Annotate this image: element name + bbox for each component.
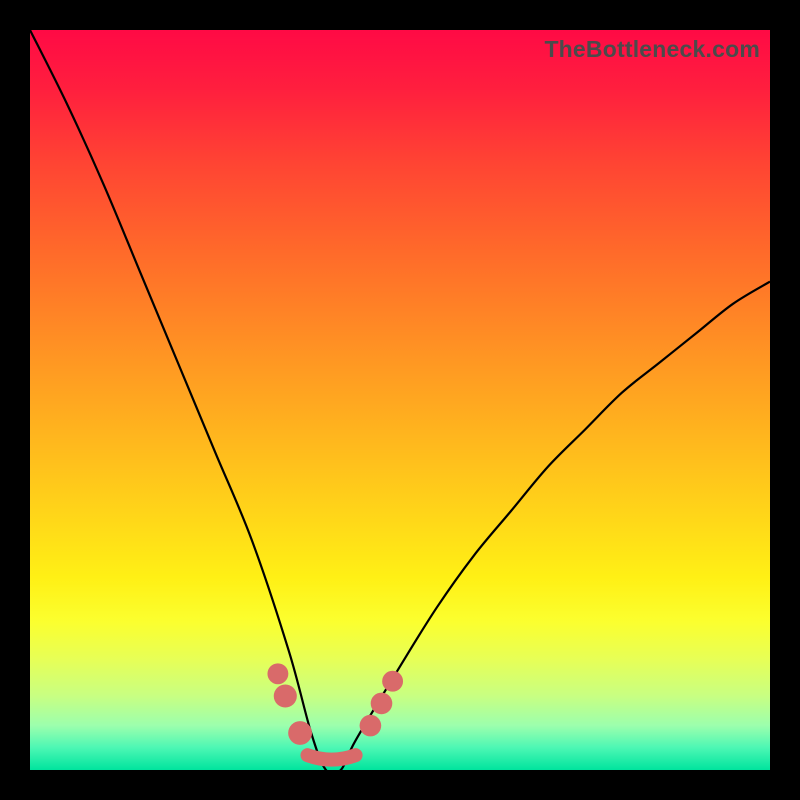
curve-marker (382, 671, 403, 692)
curve-marker (274, 684, 297, 707)
curve-marker (360, 715, 382, 737)
valley-marker-stroke (308, 755, 356, 759)
plot-area: TheBottleneck.com (30, 30, 770, 770)
curve-marker (371, 693, 393, 715)
curve-marker (267, 663, 288, 684)
chart-container: TheBottleneck.com (0, 0, 800, 800)
curve-markers (267, 663, 403, 745)
chart-svg (30, 30, 770, 770)
curve-marker (288, 721, 312, 745)
bottleneck-curve (30, 30, 770, 770)
